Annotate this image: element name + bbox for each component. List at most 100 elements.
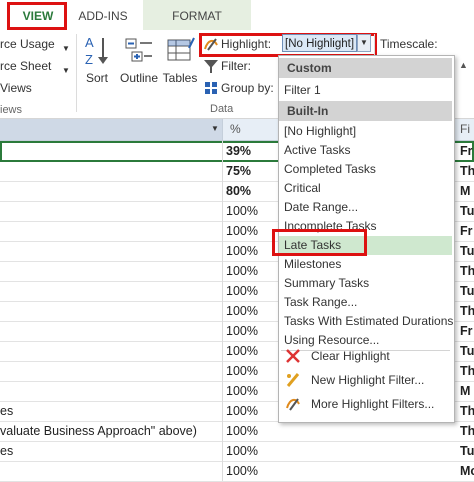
tab-format[interactable]: FORMAT <box>143 0 251 30</box>
task-name-cell[interactable] <box>0 381 223 401</box>
percent-complete-cell[interactable]: 100% <box>226 401 276 421</box>
task-name-cell[interactable]: es <box>0 401 223 421</box>
menu-item-summary-tasks[interactable]: Summary Tasks <box>279 274 452 293</box>
svg-text:A: A <box>85 35 94 50</box>
task-name-cell[interactable] <box>0 301 223 321</box>
task-name-header[interactable] <box>0 119 223 140</box>
resource-sheet-item[interactable]: rce Sheet <box>0 59 51 73</box>
percent-complete-cell[interactable]: 100% <box>226 441 276 461</box>
highlight-label: Highlight: <box>221 37 272 51</box>
percent-complete-cell[interactable]: 100% <box>226 301 276 321</box>
menu-item-date-range[interactable]: Date Range... <box>279 198 452 217</box>
tab-add-ins[interactable]: ADD-INS <box>72 0 134 30</box>
percent-complete-cell[interactable]: 100% <box>226 341 276 361</box>
more-highlight-filters-label: More Highlight Filters... <box>311 397 435 411</box>
finish-cell[interactable]: Mon 20/01/ <box>460 461 474 481</box>
task-name-cell[interactable] <box>0 221 223 241</box>
task-name-cell[interactable] <box>0 161 223 181</box>
built-in-section-header: Built-In <box>279 101 452 121</box>
finish-cell[interactable]: Tu <box>460 341 474 361</box>
percent-complete-cell[interactable]: 100% <box>226 461 276 481</box>
percent-complete-cell[interactable]: 100% <box>226 221 276 241</box>
percent-complete-cell[interactable]: 100% <box>226 421 276 441</box>
chevron-down-icon[interactable]: ▼ <box>357 34 371 52</box>
menu-item-completed-tasks[interactable]: Completed Tasks <box>279 160 452 179</box>
finish-cell[interactable]: Th <box>460 261 474 281</box>
custom-section-header: Custom <box>279 58 452 78</box>
percent-complete-cell[interactable]: 100% <box>226 321 276 341</box>
highlight-combo[interactable]: [No Highlight] <box>282 34 357 52</box>
task-name-cell[interactable]: valuate Business Approach" above) <box>0 421 223 441</box>
finish-cell[interactable]: Fr <box>460 221 474 241</box>
new-highlight-filter-button[interactable]: New Highlight Filter... <box>279 369 452 391</box>
outline-button[interactable]: Outline <box>117 34 161 90</box>
group-by-label: Group by: <box>221 81 274 95</box>
table-row[interactable]: 100% Mon 20/01/ <box>0 461 474 482</box>
percent-complete-cell[interactable]: 100% <box>226 241 276 261</box>
task-name-cell[interactable] <box>0 201 223 221</box>
task-name-cell[interactable] <box>0 341 223 361</box>
chevron-down-icon[interactable]: ▼ <box>62 66 70 75</box>
finish-cell[interactable]: Tu <box>460 441 474 461</box>
finish-header[interactable]: Fi <box>460 119 470 140</box>
clear-highlight-button[interactable]: Clear Highlight <box>279 345 452 367</box>
finish-cell[interactable]: M <box>460 381 474 401</box>
task-name-cell[interactable] <box>0 141 223 161</box>
task-name-cell[interactable] <box>0 241 223 261</box>
menu-item-milestones[interactable]: Milestones <box>279 255 452 274</box>
percent-complete-cell[interactable]: 100% <box>226 361 276 381</box>
tables-button[interactable]: Tables <box>162 34 198 90</box>
task-name-cell[interactable] <box>0 461 223 481</box>
task-name-cell[interactable] <box>0 181 223 201</box>
finish-cell[interactable]: Th <box>460 161 474 181</box>
menu-item-no-highlight[interactable]: [No Highlight] <box>279 122 452 141</box>
percent-complete-cell[interactable]: 39% <box>226 141 276 161</box>
chevron-down-icon[interactable]: ▼ <box>211 124 219 133</box>
finish-cell[interactable]: Th <box>460 401 474 421</box>
task-name-cell[interactable]: es <box>0 441 223 461</box>
sort-button[interactable]: A Z Sort <box>80 34 114 90</box>
percent-complete-cell[interactable]: 100% <box>226 201 276 221</box>
finish-cell[interactable]: Tu <box>460 241 474 261</box>
task-name-cell[interactable] <box>0 261 223 281</box>
other-views-item[interactable]: Views <box>0 81 32 95</box>
percent-complete-cell[interactable]: 75% <box>226 161 276 181</box>
chevron-down-icon[interactable]: ▼ <box>62 44 70 53</box>
task-name-cell[interactable] <box>0 321 223 341</box>
finish-cell[interactable]: Tu <box>460 201 474 221</box>
menu-item-task-range[interactable]: Task Range... <box>279 293 452 312</box>
menu-item-incomplete-tasks[interactable]: Incomplete Tasks <box>279 217 452 236</box>
task-name-cell[interactable] <box>0 361 223 381</box>
finish-cell[interactable]: Th <box>460 421 474 441</box>
percent-complete-cell[interactable]: 100% <box>226 281 276 301</box>
tab-view[interactable]: VIEW <box>10 0 66 30</box>
finish-cell[interactable]: Th <box>460 301 474 321</box>
menu-item-critical[interactable]: Critical <box>279 179 452 198</box>
finish-cell[interactable]: M <box>460 181 474 201</box>
percent-complete-header[interactable]: % <box>230 119 241 140</box>
finish-cell[interactable]: Tu <box>460 281 474 301</box>
more-highlight-filters-button[interactable]: More Highlight Filters... <box>279 393 452 415</box>
filter-label: Filter: <box>221 59 251 73</box>
dropdown-arrows-column: ▼ ▼ <box>58 38 74 92</box>
group-divider <box>76 34 77 112</box>
clear-highlight-icon <box>286 349 300 363</box>
finish-cell[interactable]: Fr <box>460 141 474 161</box>
table-row[interactable]: es 100% Tu <box>0 441 474 462</box>
percent-complete-cell[interactable]: 80% <box>226 181 276 201</box>
menu-item-late-tasks[interactable]: Late Tasks <box>279 236 452 255</box>
finish-cell[interactable]: Th <box>460 361 474 381</box>
menu-item-active-tasks[interactable]: Active Tasks <box>279 141 452 160</box>
menu-item-tasks-with-estimated-durations[interactable]: Tasks With Estimated Durations <box>279 312 453 331</box>
percent-complete-cell[interactable]: 100% <box>226 261 276 281</box>
resource-usage-item[interactable]: rce Usage <box>0 37 55 51</box>
tables-icon <box>167 37 195 61</box>
tables-label: Tables <box>162 71 198 85</box>
menu-item-filter-1[interactable]: Filter 1 <box>279 81 452 100</box>
table-row[interactable]: valuate Business Approach" above) 100% Th <box>0 421 474 442</box>
highlight-icon <box>202 35 220 53</box>
finish-cell[interactable]: Fr <box>460 321 474 341</box>
task-name-cell[interactable] <box>0 281 223 301</box>
chevron-up-icon[interactable]: ▲ <box>459 60 471 72</box>
percent-complete-cell[interactable]: 100% <box>226 381 276 401</box>
